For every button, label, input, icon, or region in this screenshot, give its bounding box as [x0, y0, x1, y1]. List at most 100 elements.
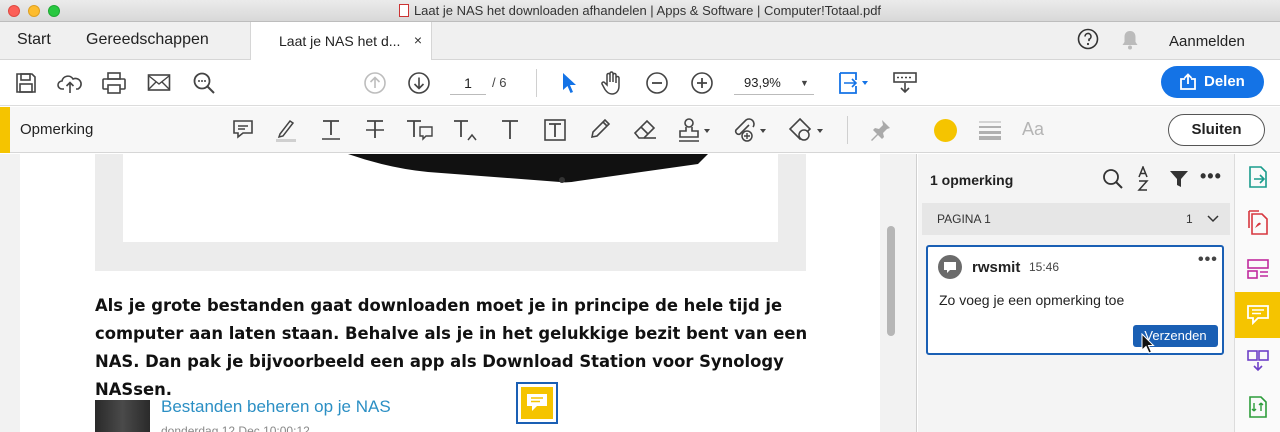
- rail-comment[interactable]: [1235, 292, 1280, 338]
- print-icon[interactable]: [101, 71, 127, 95]
- filter-icon[interactable]: [1169, 169, 1189, 189]
- rail-combine-files[interactable]: [1235, 338, 1280, 384]
- comments-count-title: 1 opmerking: [930, 172, 1014, 188]
- comment-text-input[interactable]: Zo voeg je een opmerking toe: [939, 292, 1124, 308]
- rail-export-pdf[interactable]: [1235, 154, 1280, 200]
- document-scrollbar-thumb[interactable]: [887, 226, 895, 336]
- comment-bubble-icon: [527, 394, 547, 411]
- comment-avatar-icon: [944, 262, 956, 273]
- menu-start[interactable]: Start: [17, 31, 51, 49]
- rail-compress-pdf[interactable]: [1235, 384, 1280, 430]
- related-article-date: donderdag 12 Dec 10:00:12: [161, 424, 310, 432]
- email-icon[interactable]: [147, 73, 171, 93]
- document-tab-close-icon[interactable]: ×: [414, 32, 422, 48]
- main-toolbar: 1 / 6 93,9% ▼ Delen: [0, 60, 1280, 106]
- avatar: [938, 255, 962, 279]
- more-options-icon[interactable]: •••: [1200, 166, 1222, 187]
- notification-bell-icon[interactable]: [1120, 29, 1140, 51]
- comment-toolbar: Opmerking Aa Sluiten: [0, 107, 1280, 153]
- organize-pages-icon: [1247, 259, 1269, 279]
- page-total: / 6: [492, 75, 507, 90]
- mouse-pointer-icon: [1141, 333, 1155, 354]
- zoom-level-value: 93,9%: [744, 75, 781, 90]
- eraser-icon[interactable]: [631, 117, 659, 141]
- attach-file-icon[interactable]: [730, 116, 768, 144]
- comment-toolbar-accent: [0, 107, 10, 153]
- pencil-draw-icon[interactable]: [588, 117, 612, 141]
- create-pdf-icon: [1248, 210, 1268, 235]
- insert-text-icon[interactable]: [452, 118, 480, 144]
- read-mode-icon[interactable]: [892, 71, 918, 95]
- window-titlebar: Laat je NAS het downloaden afhandelen | …: [0, 0, 1280, 22]
- upload-cloud-icon[interactable]: [57, 71, 83, 95]
- menu-tabbar: Start Gereedschappen Laat je NAS het d..…: [0, 22, 1280, 61]
- combine-files-icon: [1247, 350, 1269, 372]
- add-text-icon[interactable]: [499, 118, 521, 142]
- underline-text-icon[interactable]: [320, 118, 342, 142]
- comment-toolbar-label: Opmerking: [20, 121, 94, 138]
- save-icon[interactable]: [14, 71, 38, 95]
- pdf-file-icon: [398, 4, 409, 17]
- pin-icon[interactable]: [868, 118, 892, 142]
- comment-toolbar-divider: [847, 116, 848, 144]
- strikethrough-icon[interactable]: [364, 118, 386, 142]
- comment-more-icon[interactable]: •••: [1198, 251, 1218, 269]
- article-thumbnail[interactable]: [95, 400, 150, 432]
- sort-az-icon[interactable]: [1136, 166, 1154, 192]
- comment-timestamp: 15:46: [1029, 260, 1060, 274]
- rail-create-pdf[interactable]: [1235, 200, 1280, 246]
- comment-card[interactable]: rwsmit 15:46 ••• Zo voeg je een opmerkin…: [926, 245, 1224, 355]
- zoom-in-icon[interactable]: [690, 71, 714, 95]
- document-scrollbar-track[interactable]: [880, 154, 917, 432]
- line-thickness-icon[interactable]: [978, 120, 1002, 140]
- toolbar-divider: [536, 69, 537, 97]
- previous-page-icon[interactable]: [363, 71, 387, 95]
- sticky-note-icon[interactable]: [232, 118, 254, 140]
- nas-device-image: [348, 154, 708, 183]
- article-image: [123, 154, 778, 242]
- search-icon[interactable]: [1102, 168, 1124, 190]
- document-tab[interactable]: Laat je NAS het d... ×: [250, 22, 432, 61]
- sticky-note-marker-fill: [521, 387, 553, 419]
- text-size-button[interactable]: Aa: [1022, 119, 1044, 140]
- search-zoom-icon[interactable]: [192, 71, 216, 95]
- document-gutter-left: [0, 154, 20, 432]
- stamp-icon[interactable]: [676, 116, 714, 144]
- article-paragraph: Als je grote bestanden gaat downloaden m…: [95, 296, 808, 399]
- comments-panel: 1 opmerking ••• PAGINA 1 1 rwsmit 15:46 …: [918, 154, 1234, 432]
- share-button[interactable]: Delen: [1161, 66, 1264, 98]
- shapes-icon[interactable]: [788, 116, 826, 144]
- help-icon[interactable]: [1077, 28, 1099, 50]
- page-number-input[interactable]: 1: [450, 71, 486, 95]
- color-picker-swatch[interactable]: [934, 119, 957, 142]
- rail-organize-pages[interactable]: [1235, 246, 1280, 292]
- next-page-icon[interactable]: [407, 71, 431, 95]
- document-viewport[interactable]: Als je grote bestanden gaat downloaden m…: [0, 154, 917, 432]
- close-comment-button[interactable]: Sluiten: [1168, 114, 1265, 146]
- page-group-label: PAGINA 1: [937, 212, 991, 226]
- zoom-level-select[interactable]: 93,9% ▼: [734, 71, 814, 95]
- window-title-wrap: Laat je NAS het downloaden afhandelen | …: [0, 3, 1280, 18]
- page-group-header[interactable]: PAGINA 1 1: [922, 203, 1230, 235]
- hand-tool-icon[interactable]: [599, 70, 625, 96]
- document-tab-label: Laat je NAS het d...: [279, 33, 401, 49]
- compress-pdf-icon: [1249, 396, 1267, 418]
- fit-page-icon[interactable]: [836, 69, 872, 97]
- page-group-count: 1: [1186, 212, 1193, 226]
- related-article-link[interactable]: Bestanden beheren op je NAS: [161, 397, 391, 417]
- select-cursor-icon[interactable]: [560, 71, 578, 95]
- highlight-icon[interactable]: [273, 117, 299, 143]
- replace-text-icon[interactable]: [405, 118, 435, 142]
- menu-tools[interactable]: Gereedschappen: [86, 31, 209, 49]
- sticky-note-marker[interactable]: [516, 382, 558, 424]
- share-icon: [1180, 73, 1196, 90]
- sign-in-link[interactable]: Aanmelden: [1169, 33, 1245, 50]
- comment-icon: [1247, 305, 1269, 325]
- export-pdf-icon: [1249, 166, 1267, 188]
- chevron-down-icon: ▼: [800, 78, 809, 88]
- text-box-icon[interactable]: [543, 118, 567, 142]
- comment-author: rwsmit: [972, 259, 1021, 276]
- tools-rail: [1234, 154, 1280, 432]
- chevron-down-icon: [1207, 215, 1219, 223]
- zoom-out-icon[interactable]: [645, 71, 669, 95]
